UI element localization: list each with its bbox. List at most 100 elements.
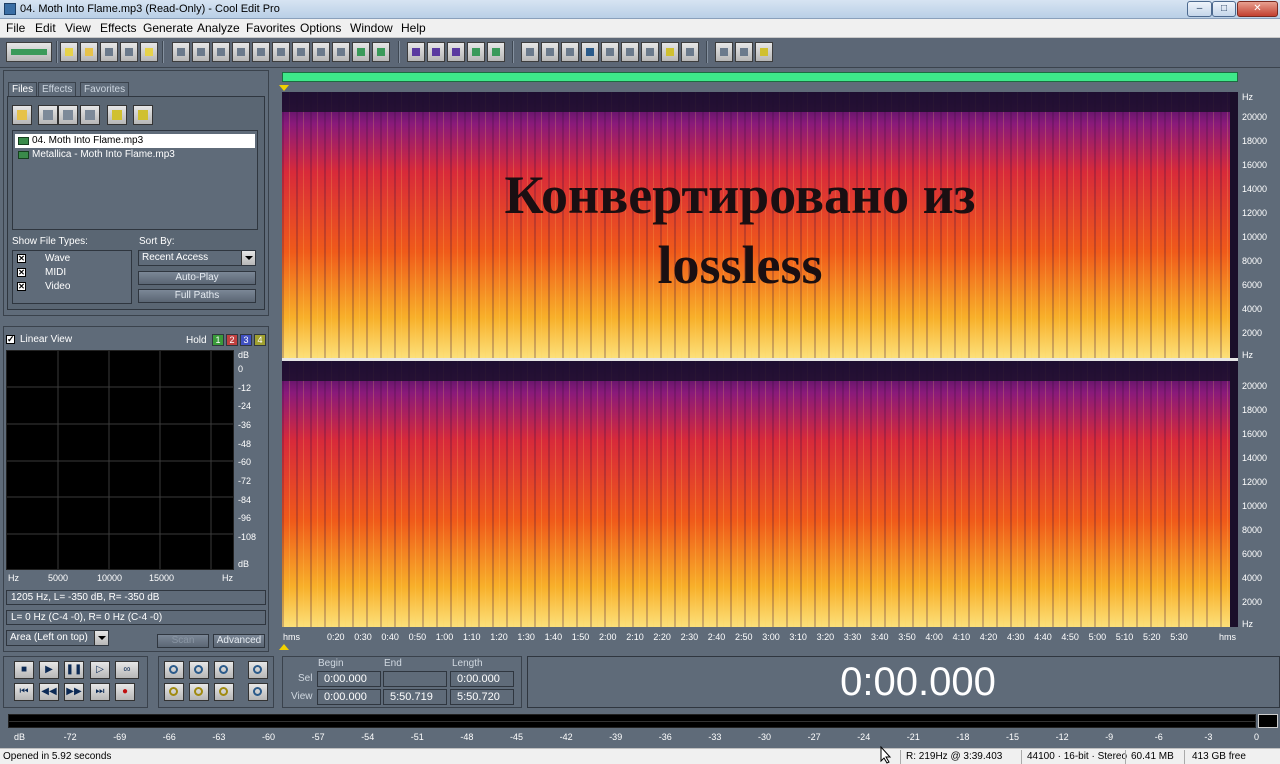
zoom-right-icon[interactable] (189, 683, 209, 701)
area-select[interactable]: Area (Left on top) (6, 630, 109, 646)
sel-length-field[interactable]: 0:00.000 (450, 671, 514, 687)
open-folder-icon[interactable] (12, 105, 32, 125)
menu-edit[interactable]: Edit (35, 21, 56, 35)
spectral-view-icon[interactable] (427, 42, 445, 62)
menu-favorites[interactable]: Favorites (246, 21, 295, 35)
help-question-icon[interactable] (133, 105, 153, 125)
redo-icon[interactable] (192, 42, 210, 62)
wave-checkbox[interactable]: ✕ (17, 254, 26, 263)
zoom-in-vertical-icon[interactable] (248, 661, 268, 679)
list-item[interactable]: Metallica - Moth Into Flame.mp3 (15, 148, 255, 162)
clip-indicator[interactable] (1258, 714, 1278, 728)
show-grid-icon[interactable] (487, 42, 505, 62)
hold-1-button[interactable]: 1 (212, 334, 224, 346)
fast-forward-button[interactable]: ▶▶ (64, 683, 84, 701)
mix-paste-icon[interactable] (312, 42, 330, 62)
menu-window[interactable]: Window (350, 21, 393, 35)
cut-icon[interactable] (272, 42, 290, 62)
view-length-field[interactable]: 5:50.720 (450, 689, 514, 705)
go-to-end-button[interactable]: ⏭ (90, 683, 110, 701)
tab-favorites[interactable]: Favorites (80, 82, 130, 96)
time-format-icon[interactable] (621, 42, 639, 62)
start-marker-icon[interactable] (279, 85, 289, 91)
zoom-left-icon[interactable] (164, 683, 184, 701)
midi-checkbox[interactable]: ✕ (17, 268, 26, 277)
full-paths-button[interactable]: Full Paths (138, 289, 256, 303)
menu-file[interactable]: File (6, 21, 25, 35)
list-item[interactable]: 04. Moth Into Flame.mp3 (15, 134, 255, 148)
zoom-out-horizontal-icon[interactable] (189, 661, 209, 679)
zoom-icon[interactable] (601, 42, 619, 62)
settings-icon[interactable] (715, 42, 733, 62)
auto-play-button[interactable]: Auto-Play (138, 271, 256, 285)
new-file-icon[interactable] (60, 42, 78, 62)
hold-2-button[interactable]: 2 (226, 334, 238, 346)
cue-list-icon[interactable] (541, 42, 559, 62)
open-file-icon[interactable] (80, 42, 98, 62)
record-button[interactable]: ● (115, 683, 135, 701)
scripts-icon[interactable] (735, 42, 753, 62)
pause-button[interactable]: ❚❚ (64, 661, 84, 679)
zoom-out-vertical-icon[interactable] (248, 683, 268, 701)
menu-view[interactable]: View (65, 21, 91, 35)
hold-3-button[interactable]: 3 (240, 334, 252, 346)
view-begin-field[interactable]: 0:00.000 (317, 689, 381, 705)
marker-icon[interactable] (521, 42, 539, 62)
video-checkbox[interactable]: ✕ (17, 282, 26, 291)
waveform-view-icon[interactable] (407, 42, 425, 62)
go-to-start-button[interactable]: ⏮ (14, 683, 34, 701)
level-meter[interactable] (8, 714, 1256, 728)
save-icon[interactable] (100, 42, 118, 62)
paste-icon[interactable] (292, 42, 310, 62)
play-button[interactable]: ▶ (39, 661, 59, 679)
play-to-end-button[interactable]: ▷ (90, 661, 110, 679)
hold-4-button[interactable]: 4 (254, 334, 266, 346)
scan-button[interactable]: Scan (157, 634, 209, 648)
tab-effects[interactable]: Effects (38, 82, 77, 96)
overview-bar[interactable] (282, 72, 1238, 82)
sort-by-select[interactable]: Recent Access (138, 250, 256, 266)
menu-help[interactable]: Help (401, 21, 426, 35)
multitrack-toggle-button[interactable] (6, 42, 52, 62)
minimize-button[interactable]: – (1187, 1, 1212, 17)
play-list-icon[interactable] (581, 42, 599, 62)
stop-button[interactable]: ■ (14, 661, 34, 679)
level-icon[interactable] (661, 42, 679, 62)
view-end-field[interactable]: 5:50.719 (383, 689, 447, 705)
tab-files[interactable]: Files (8, 82, 38, 96)
end-marker-icon[interactable] (279, 644, 289, 650)
info-icon[interactable] (681, 42, 699, 62)
undo-icon[interactable] (172, 42, 190, 62)
close-file-icon[interactable] (38, 105, 58, 125)
rewind-button[interactable]: ◀◀ (39, 683, 59, 701)
open-append-icon[interactable] (140, 42, 158, 62)
sel-begin-field[interactable]: 0:00.000 (317, 671, 381, 687)
copy-icon[interactable] (232, 42, 250, 62)
maximize-button[interactable]: □ (1212, 1, 1236, 17)
frames-icon[interactable] (641, 42, 659, 62)
pan-view-icon[interactable] (447, 42, 465, 62)
zoom-selection-icon[interactable] (214, 683, 234, 701)
menu-analyze[interactable]: Analyze (197, 21, 240, 35)
repeat-icon[interactable] (212, 42, 230, 62)
advanced-button[interactable]: Advanced (213, 634, 265, 648)
sel-end-field[interactable] (383, 671, 447, 687)
right-channel-spectrum[interactable] (282, 361, 1238, 627)
close-button[interactable]: ✕ (1237, 1, 1278, 17)
crop-icon[interactable] (352, 42, 370, 62)
trim-icon[interactable] (332, 42, 350, 62)
menu-options[interactable]: Options (300, 21, 341, 35)
zoom-out-full-icon[interactable] (214, 661, 234, 679)
save-as-icon[interactable] (120, 42, 138, 62)
menu-effects[interactable]: Effects (100, 21, 136, 35)
loop-button[interactable]: ∞ (115, 661, 139, 679)
close-all-icon[interactable] (58, 105, 78, 125)
paste-new-icon[interactable] (252, 42, 270, 62)
snap-icon[interactable] (372, 42, 390, 62)
linear-view-checkbox[interactable]: ✓ (6, 335, 15, 344)
playlist-icon[interactable] (561, 42, 579, 62)
phase-view-icon[interactable] (467, 42, 485, 62)
edit-file-icon[interactable] (80, 105, 100, 125)
options-icon[interactable] (107, 105, 127, 125)
menu-generate[interactable]: Generate (143, 21, 193, 35)
